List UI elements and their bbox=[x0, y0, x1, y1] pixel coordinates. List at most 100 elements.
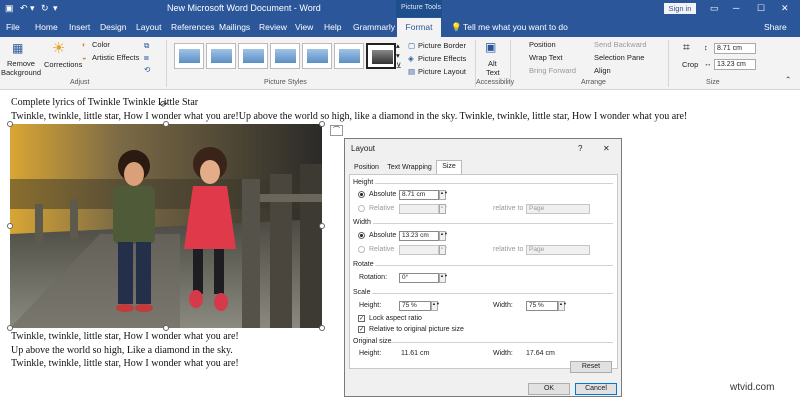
picture-effects-button[interactable]: Picture Effects bbox=[418, 54, 466, 63]
tab-layout[interactable]: Layout bbox=[136, 22, 162, 32]
resize-handle-tl[interactable] bbox=[7, 121, 13, 127]
rotation-input[interactable]: 0° bbox=[399, 273, 439, 283]
undo-icon[interactable]: ↶ ▾ bbox=[20, 3, 35, 14]
tab-review[interactable]: Review bbox=[259, 22, 287, 32]
height-absolute-radio[interactable] bbox=[358, 191, 365, 198]
tab-insert[interactable]: Insert bbox=[69, 22, 90, 32]
dialog-close-button[interactable]: ✕ bbox=[603, 144, 610, 153]
ribbon-options-icon[interactable]: ▭ bbox=[710, 3, 719, 14]
crop-button[interactable]: Crop bbox=[682, 60, 698, 69]
height-absolute-input[interactable]: 8.71 cm bbox=[399, 190, 439, 200]
alt-text-label1[interactable]: Alt bbox=[488, 59, 497, 68]
tab-grammarly[interactable]: Grammarly bbox=[353, 22, 395, 32]
tab-format[interactable]: Format bbox=[397, 18, 441, 37]
tab-size[interactable]: Size bbox=[436, 160, 462, 174]
picture-border-button[interactable]: Picture Border bbox=[418, 41, 466, 50]
doc-heading[interactable]: Complete lyrics of Twinkle Twinkle Littl… bbox=[11, 97, 198, 108]
minimize-icon[interactable]: ─ bbox=[733, 3, 739, 13]
width-absolute-input[interactable]: 13.23 cm bbox=[399, 231, 439, 241]
relative-original-checkbox[interactable]: ✓ bbox=[358, 326, 365, 333]
height-rel-spinner[interactable]: ▲▼ bbox=[439, 204, 448, 214]
alt-text-label2[interactable]: Text bbox=[486, 68, 500, 77]
style-thumb-3[interactable] bbox=[238, 43, 268, 69]
scale-height-input[interactable]: 75 % bbox=[399, 301, 431, 311]
layout-options-icon[interactable]: ⌒ bbox=[330, 125, 343, 136]
bring-forward-button[interactable]: Bring Forward bbox=[529, 66, 576, 75]
signin-button[interactable]: Sign in bbox=[664, 3, 696, 14]
remove-background-label1[interactable]: Remove bbox=[7, 59, 35, 68]
width-rel-spinner[interactable]: ▲▼ bbox=[439, 245, 448, 255]
cancel-button[interactable]: Cancel bbox=[575, 383, 617, 395]
gallery-down-icon[interactable]: ▾ bbox=[396, 51, 400, 60]
style-thumb-4[interactable] bbox=[270, 43, 300, 69]
corrections-button[interactable]: Corrections bbox=[44, 60, 82, 69]
gallery-more-icon[interactable]: ⊻ bbox=[396, 61, 402, 70]
style-thumb-1[interactable] bbox=[174, 43, 204, 69]
doc-line4[interactable]: Twinkle, twinkle, little star, How I won… bbox=[11, 358, 239, 369]
ribbon-width-input[interactable]: 13.23 cm bbox=[714, 59, 756, 70]
width-relative-radio[interactable] bbox=[358, 246, 365, 253]
width-abs-spinner[interactable]: ▲▼ bbox=[439, 231, 448, 241]
doc-line3[interactable]: Up above the world so high, Like a diamo… bbox=[11, 345, 233, 356]
tab-help[interactable]: Help bbox=[324, 22, 341, 32]
width-relative-input[interactable] bbox=[399, 245, 439, 255]
color-button[interactable]: Color bbox=[92, 40, 110, 49]
help-button[interactable]: ? bbox=[578, 144, 582, 153]
width-absolute-radio[interactable] bbox=[358, 232, 365, 239]
ribbon-height-input[interactable]: 8.71 cm bbox=[714, 43, 756, 54]
reset-picture-icon[interactable]: ⟲ bbox=[144, 65, 150, 74]
save-icon[interactable]: ▣ bbox=[5, 3, 14, 14]
style-thumb-2[interactable] bbox=[206, 43, 236, 69]
compress-icon[interactable]: ⧉ bbox=[144, 41, 149, 51]
style-thumb-6[interactable] bbox=[334, 43, 364, 69]
doc-line2[interactable]: Twinkle, twinkle, little star, How I won… bbox=[11, 331, 239, 342]
redo-icon[interactable]: ↻ bbox=[41, 3, 49, 14]
change-picture-icon[interactable]: ⧈ bbox=[144, 53, 149, 63]
tab-home[interactable]: Home bbox=[35, 22, 58, 32]
rotate-handle-icon[interactable]: ⟳ bbox=[160, 99, 168, 110]
tab-view[interactable]: View bbox=[295, 22, 313, 32]
tab-file[interactable]: File bbox=[6, 22, 20, 32]
tab-references[interactable]: References bbox=[171, 22, 214, 32]
send-backward-button[interactable]: Send Backward bbox=[594, 40, 647, 49]
collapse-ribbon-icon[interactable]: ⌃ bbox=[785, 75, 791, 84]
picture-layout-button[interactable]: Picture Layout bbox=[418, 67, 466, 76]
style-thumb-5[interactable] bbox=[302, 43, 332, 69]
lock-aspect-checkbox[interactable]: ✓ bbox=[358, 315, 365, 322]
height-relative-to-select[interactable]: Page bbox=[526, 204, 590, 214]
resize-handle-br[interactable] bbox=[319, 325, 325, 331]
scale-height-spinner[interactable]: ▲▼ bbox=[431, 301, 440, 311]
tab-text-wrapping[interactable]: Text Wrapping bbox=[384, 162, 435, 174]
gallery-up-icon[interactable]: ▴ bbox=[396, 41, 400, 50]
artistic-effects-button[interactable]: Artistic Effects bbox=[92, 53, 139, 62]
tab-design[interactable]: Design bbox=[100, 22, 126, 32]
rotation-spinner[interactable]: ▲▼ bbox=[439, 273, 448, 283]
close-icon[interactable]: ✕ bbox=[781, 3, 789, 14]
resize-handle-tc[interactable] bbox=[163, 121, 169, 127]
selection-pane-button[interactable]: Selection Pane bbox=[594, 53, 644, 62]
remove-background-label2[interactable]: Background bbox=[1, 68, 41, 77]
height-relative-input[interactable] bbox=[399, 204, 439, 214]
wrap-text-button[interactable]: Wrap Text bbox=[529, 53, 563, 62]
scale-width-input[interactable]: 75 % bbox=[526, 301, 558, 311]
tab-mailings[interactable]: Mailings bbox=[219, 22, 250, 32]
selected-photo[interactable] bbox=[10, 124, 322, 328]
reset-button[interactable]: Reset bbox=[570, 361, 612, 373]
tab-position[interactable]: Position bbox=[351, 162, 382, 174]
maximize-icon[interactable]: ☐ bbox=[757, 3, 765, 14]
resize-handle-mr[interactable] bbox=[319, 223, 325, 229]
resize-handle-ml[interactable] bbox=[7, 223, 13, 229]
doc-line1[interactable]: Twinkle, twinkle, little star, How I won… bbox=[11, 111, 687, 122]
height-relative-radio[interactable] bbox=[358, 205, 365, 212]
ok-button[interactable]: OK bbox=[528, 383, 570, 395]
share-button[interactable]: Share bbox=[764, 22, 787, 32]
position-button[interactable]: Position bbox=[529, 40, 556, 49]
align-button[interactable]: Align bbox=[594, 66, 611, 75]
scale-width-spinner[interactable]: ▲▼ bbox=[558, 301, 567, 311]
customize-icon[interactable]: ▾ bbox=[53, 3, 58, 14]
height-abs-spinner[interactable]: ▲▼ bbox=[439, 190, 448, 200]
width-relative-to-select[interactable]: Page bbox=[526, 245, 590, 255]
style-thumb-7[interactable] bbox=[366, 43, 396, 69]
resize-handle-tr[interactable] bbox=[319, 121, 325, 127]
tell-me-input[interactable]: Tell me what you want to do bbox=[463, 22, 568, 32]
